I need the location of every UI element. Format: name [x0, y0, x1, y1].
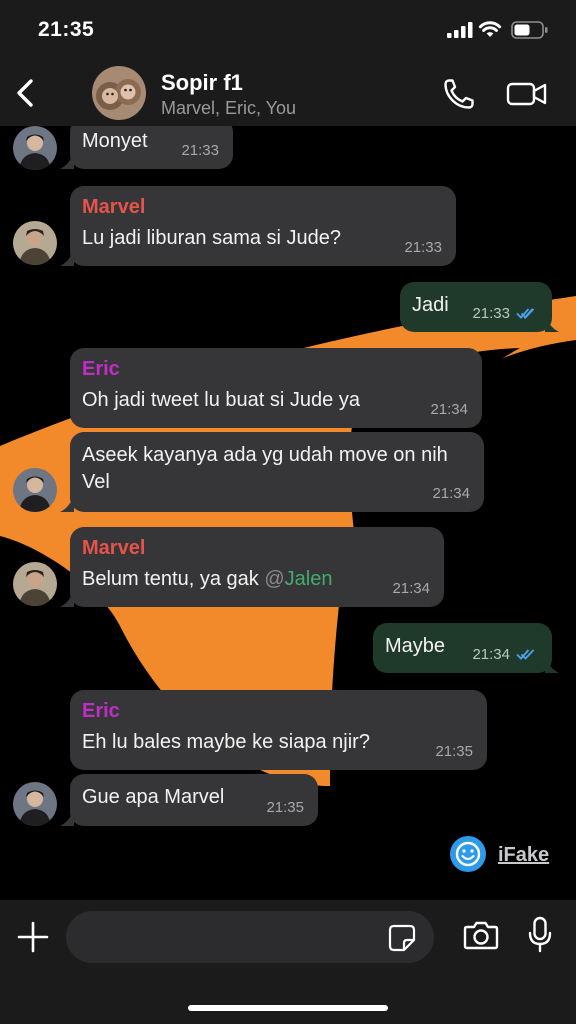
bubble-tail [545, 316, 559, 332]
message-time: 21:33 [181, 142, 219, 159]
read-receipt-icon [516, 649, 535, 660]
chat-title[interactable]: Sopir f1 [161, 70, 243, 96]
avatar[interactable] [13, 221, 57, 265]
mention-at: @ [264, 568, 285, 590]
message-input[interactable] [66, 911, 434, 963]
message-bubble-outgoing[interactable]: Jadi 21:33 [400, 282, 552, 332]
ifake-watermark: iFake [498, 844, 550, 866]
avatar[interactable] [13, 782, 57, 826]
message-time: 21:34 [392, 580, 430, 597]
back-chevron-icon[interactable] [12, 77, 40, 109]
group-avatar[interactable] [92, 66, 146, 120]
bubble-tail [60, 810, 74, 826]
message-text-body: Belum tentu, ya gak [82, 568, 259, 590]
bubble-tail [60, 250, 74, 266]
bubble-tail [60, 496, 74, 512]
mention[interactable]: @Jalen [264, 568, 332, 590]
cellular-signal-icon [447, 22, 473, 38]
message-text: Monyet [82, 130, 148, 152]
chat-participants[interactable]: Marvel, Eric, You [161, 98, 296, 119]
read-receipt-icon [516, 308, 535, 319]
ifake-logo-icon [450, 836, 486, 872]
sender-name[interactable]: Marvel [82, 196, 444, 219]
message-time: 21:35 [435, 743, 473, 760]
sticker-icon[interactable] [388, 924, 416, 952]
message-bubble[interactable]: Eric Eh lu bales maybe ke siapa njir? 21… [70, 690, 487, 770]
message-time: 21:34 [432, 485, 470, 502]
message-time: 21:33 [472, 305, 510, 322]
sender-name[interactable]: Eric [82, 700, 475, 723]
avatar[interactable] [13, 126, 57, 170]
microphone-icon[interactable] [527, 916, 553, 954]
message-text: Oh jadi tweet lu buat si Jude ya [82, 389, 360, 411]
message-bubble[interactable]: Marvel Lu jadi liburan sama si Jude? 21:… [70, 186, 456, 266]
message-text: Eh lu bales maybe ke siapa njir? [82, 731, 370, 753]
mention-name: Jalen [284, 568, 333, 590]
message-text: Jadi [412, 294, 449, 316]
message-bubble-outgoing[interactable]: Maybe 21:34 [373, 623, 552, 673]
avatar[interactable] [13, 562, 57, 606]
message-time: 21:34 [430, 401, 468, 418]
avatar[interactable] [13, 468, 57, 512]
home-indicator[interactable] [188, 1005, 388, 1011]
camera-icon[interactable] [463, 919, 499, 951]
bubble-tail [60, 153, 74, 169]
chat-header: Sopir f1 Marvel, Eric, You [0, 60, 576, 127]
wifi-icon [478, 21, 502, 37]
message-list[interactable]: Monyet 21:33 Marvel Lu jadi liburan sama… [0, 126, 576, 900]
battery-icon [511, 21, 548, 39]
sender-name[interactable]: Marvel [82, 537, 432, 560]
message-text: Maybe [385, 635, 446, 657]
message-bubble[interactable]: Monyet 21:33 [70, 126, 233, 169]
message-bubble[interactable]: Gue apa Marvel 21:35 [70, 774, 318, 826]
message-time: 21:33 [404, 239, 442, 256]
plus-icon[interactable] [16, 920, 50, 954]
message-bubble[interactable]: Marvel Belum tentu, ya gak @Jalen 21:34 [70, 527, 444, 607]
bubble-tail [60, 591, 74, 607]
message-text: Belum tentu, ya gak @Jalen [82, 568, 332, 590]
message-time: 21:34 [472, 646, 510, 663]
message-text: Aseek kayanya ada yg udah move on nih Ve… [82, 444, 448, 493]
message-time: 21:35 [266, 799, 304, 816]
message-status: 21:34 [472, 646, 538, 663]
message-bubble[interactable]: Aseek kayanya ada yg udah move on nih Ve… [70, 432, 484, 512]
message-text: Lu jadi liburan sama si Jude? [82, 227, 342, 249]
sender-name[interactable]: Eric [82, 358, 470, 381]
message-text: Gue apa Marvel [82, 786, 225, 808]
status-bar: 21:35 [0, 0, 576, 60]
video-call-icon[interactable] [506, 79, 548, 109]
message-status: 21:33 [472, 305, 538, 322]
status-time: 21:35 [38, 18, 95, 41]
message-bubble[interactable]: Eric Oh jadi tweet lu buat si Jude ya 21… [70, 348, 482, 428]
composer-bar [0, 900, 576, 1024]
phone-icon[interactable] [442, 77, 476, 111]
bubble-tail [545, 657, 559, 673]
